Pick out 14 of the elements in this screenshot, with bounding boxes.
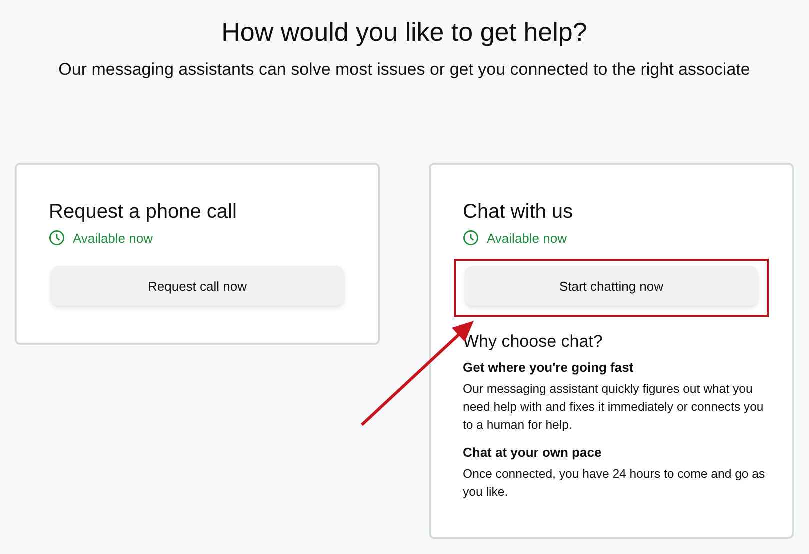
action-button[interactable]: Request call now xyxy=(51,266,344,306)
clock-icon xyxy=(49,230,65,246)
card-title: Chat with us xyxy=(463,200,574,225)
availability-status: Available now xyxy=(487,230,567,246)
page-title: How would you like to get help? xyxy=(220,16,588,48)
reason-text: Our messaging assistant quickly figures out what you need help with and fixes it immediately or connects you to a human for help. xyxy=(463,381,765,434)
reason-title: Chat at your own pace xyxy=(463,444,603,462)
page-subtitle: Our messaging assistants can solve most issues or get you connected to the right associate xyxy=(58,59,752,81)
action-button[interactable]: Start chatting now xyxy=(465,266,758,306)
reason-text: Once connected, you have 24 hours to come and go as you like. xyxy=(463,466,766,501)
clock-icon xyxy=(463,230,479,246)
card-title: Request a phone call xyxy=(49,200,238,225)
availability-status: Available now xyxy=(73,230,153,246)
reason-title: Get where you're going fast xyxy=(463,359,635,377)
